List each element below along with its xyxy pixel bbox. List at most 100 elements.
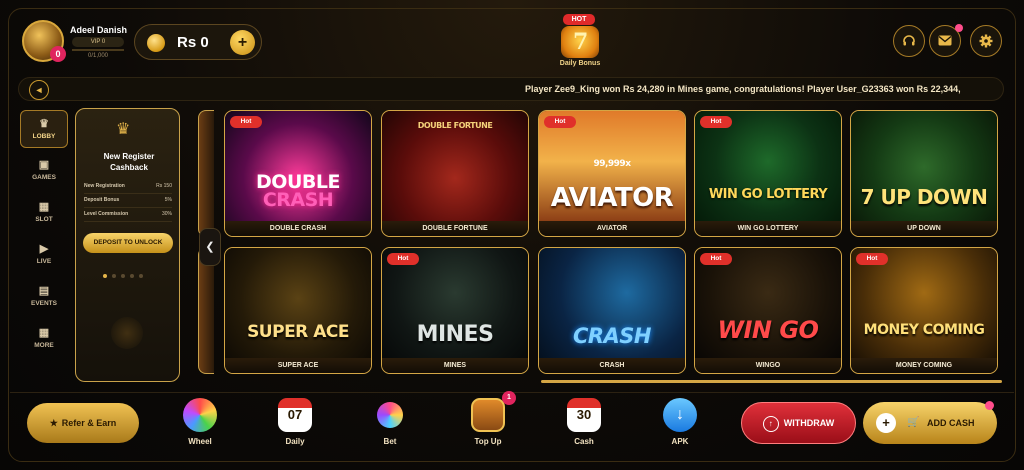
- game-label: DOUBLE FORTUNE: [382, 221, 528, 236]
- game-card-win-go-lottery[interactable]: WIN GO LOTTERY Hot WIN GO LOTTERY: [694, 110, 842, 237]
- add-balance-button[interactable]: +: [230, 30, 255, 55]
- sidebar-item-label: SLOT: [35, 216, 53, 223]
- gift-icon: [561, 26, 599, 58]
- game-card-double-crash[interactable]: DOUBLE CRASH Hot DOUBLE CRASH: [224, 110, 372, 237]
- refer-label: Refer & Earn: [61, 418, 117, 428]
- top-up-badge: 1: [502, 391, 516, 405]
- balance-amount: Rs 0: [177, 34, 209, 51]
- carousel-dots: [103, 265, 148, 283]
- wheel-icon: [183, 398, 217, 432]
- sidebar-item-lobby[interactable]: ♛ LOBBY: [20, 110, 68, 148]
- carousel-dot[interactable]: [121, 274, 125, 278]
- refer-and-earn-button[interactable]: ★ Refer & Earn: [27, 403, 139, 443]
- collapse-sidebar-button[interactable]: ❮: [199, 228, 221, 266]
- calendar-icon: 07: [278, 398, 312, 432]
- sidebar-item-label: LIVE: [36, 258, 52, 265]
- support-button[interactable]: [893, 25, 925, 57]
- play-icon: ▶: [39, 243, 49, 255]
- carousel-dot[interactable]: [112, 274, 116, 278]
- game-label: CRASH: [539, 358, 685, 373]
- settings-button[interactable]: [970, 25, 1002, 57]
- carousel-dot[interactable]: [139, 274, 143, 278]
- carousel-dot[interactable]: [103, 274, 107, 278]
- game-card-aviator[interactable]: 99,999x AVIATOR Hot AVIATOR: [538, 110, 686, 237]
- promo-row: New Registration Rs 150: [84, 183, 172, 194]
- calendar-icon: 30: [567, 398, 601, 432]
- sidebar-item-label: LOBBY: [32, 133, 56, 140]
- coin-icon: [147, 34, 165, 52]
- arrow-up-icon: ↑: [762, 415, 779, 432]
- promo-row: Level Commission 30%: [84, 211, 172, 222]
- hot-badge: Hot: [544, 116, 576, 128]
- announcement-ticker: ◄ Player Zee9_King won Rs 24,280 in Mine…: [18, 77, 1004, 101]
- sidebar: ♛ LOBBY ▣ GAMES ▦ SLOT ▶ LIVE ▤ EVENTS ▦…: [18, 108, 70, 378]
- bottom-item-cash[interactable]: 30 Cash: [559, 398, 609, 446]
- partial-game-card[interactable]: [198, 247, 214, 374]
- withdraw-button[interactable]: ↑ WITHDRAW: [741, 402, 856, 444]
- game-card-super-ace[interactable]: SUPER ACE SUPER ACE: [224, 247, 372, 374]
- crown-icon: ♛: [39, 118, 49, 130]
- promo-row-value: 30%: [161, 211, 172, 217]
- sidebar-item-label: GAMES: [32, 174, 56, 181]
- partial-game-card[interactable]: [198, 110, 214, 237]
- decorative-ring: [111, 317, 143, 349]
- game-card-up-down[interactable]: 7 UP DOWN UP DOWN: [850, 110, 998, 237]
- ticker-text: Player Zee9_King won Rs 24,280 in Mines …: [525, 84, 961, 94]
- app-root: 0 Adeel Danish VIP 0 0/1,000 Rs 0 + HOT …: [0, 0, 1024, 470]
- carousel-dot[interactable]: [130, 274, 134, 278]
- balance-pill[interactable]: Rs 0 +: [134, 24, 262, 60]
- bottom-item-wheel[interactable]: Wheel: [175, 398, 225, 446]
- promo-card[interactable]: ♛ New Register Cashback New Registration…: [75, 108, 180, 382]
- game-label: WIN GO LOTTERY: [695, 221, 841, 236]
- add-cash-label: ADD CASH: [927, 418, 975, 428]
- crown-icon: ♛: [116, 121, 131, 138]
- username: Adeel Danish: [70, 25, 128, 35]
- game-card-double-fortune[interactable]: DOUBLE FORTUNE DOUBLE FORTUNE: [381, 110, 529, 237]
- game-card-money-coming[interactable]: MONEY COMING Hot MONEY COMING: [850, 247, 998, 374]
- game-label: DOUBLE CRASH: [225, 221, 371, 236]
- speaker-icon[interactable]: ◄: [29, 80, 49, 100]
- bottom-item-bet[interactable]: Bet: [365, 398, 415, 446]
- sidebar-item-label: EVENTS: [30, 300, 57, 307]
- promo-row-label: Deposit Bonus: [84, 197, 120, 203]
- daily-bonus-button[interactable]: HOT Daily Bonus: [555, 14, 605, 70]
- game-card-crash[interactable]: CRASH CRASH: [538, 247, 686, 374]
- horizontal-scrollbar[interactable]: [541, 380, 1002, 383]
- bottom-item-apk[interactable]: ↓ APK: [655, 398, 705, 446]
- game-title-art: MONEY COMING: [863, 322, 985, 338]
- promo-row-value: Rs 150: [156, 183, 172, 189]
- bottom-item-label: Cash: [574, 437, 594, 446]
- headset-icon: [903, 35, 915, 46]
- sidebar-item-more[interactable]: ▦ MORE: [20, 320, 68, 358]
- game-card-wingo[interactable]: WIN GO Hot WINGO: [694, 247, 842, 374]
- promo-row-label: New Registration: [84, 183, 125, 189]
- bottom-item-daily[interactable]: 07 Daily: [270, 398, 320, 446]
- deposit-to-unlock-button[interactable]: DEPOSIT TO UNLOCK: [83, 233, 173, 253]
- promo-row: Deposit Bonus 5%: [84, 197, 172, 208]
- sidebar-item-live[interactable]: ▶ LIVE: [20, 236, 68, 274]
- game-title-art: WIN GO LOTTERY: [708, 187, 828, 202]
- game-title-art: AVIATOR: [550, 183, 674, 213]
- game-label: WINGO: [695, 358, 841, 373]
- game-title-art: 7 UP DOWN: [860, 185, 988, 209]
- cart-icon: 🛒: [907, 417, 920, 428]
- notification-dot: [985, 401, 994, 410]
- bottom-item-label: APK: [671, 437, 689, 446]
- sidebar-item-slot[interactable]: ▦ SLOT: [20, 194, 68, 232]
- game-label: AVIATOR: [539, 221, 685, 236]
- bottom-item-top-up[interactable]: Top Up: [463, 398, 513, 446]
- handshake-icon: ★: [49, 418, 58, 428]
- treasure-chest-icon: [471, 398, 505, 432]
- game-multiplier: 99,999x: [593, 159, 631, 169]
- sidebar-item-games[interactable]: ▣ GAMES: [20, 152, 68, 190]
- slot-icon: ▦: [38, 201, 50, 213]
- game-card-mines[interactable]: MINES Hot MINES: [381, 247, 529, 374]
- add-cash-button[interactable]: + 🛒 ADD CASH: [863, 402, 997, 444]
- avatar[interactable]: 0: [22, 20, 66, 62]
- game-title-art: DOUBLE FORTUNE: [417, 121, 493, 130]
- game-title-art: CRASH: [572, 324, 652, 348]
- mail-icon: [938, 35, 952, 46]
- sidebar-item-events[interactable]: ▤ EVENTS: [20, 278, 68, 316]
- hot-badge: Hot: [856, 253, 888, 265]
- vip-progress-bar: [72, 49, 124, 51]
